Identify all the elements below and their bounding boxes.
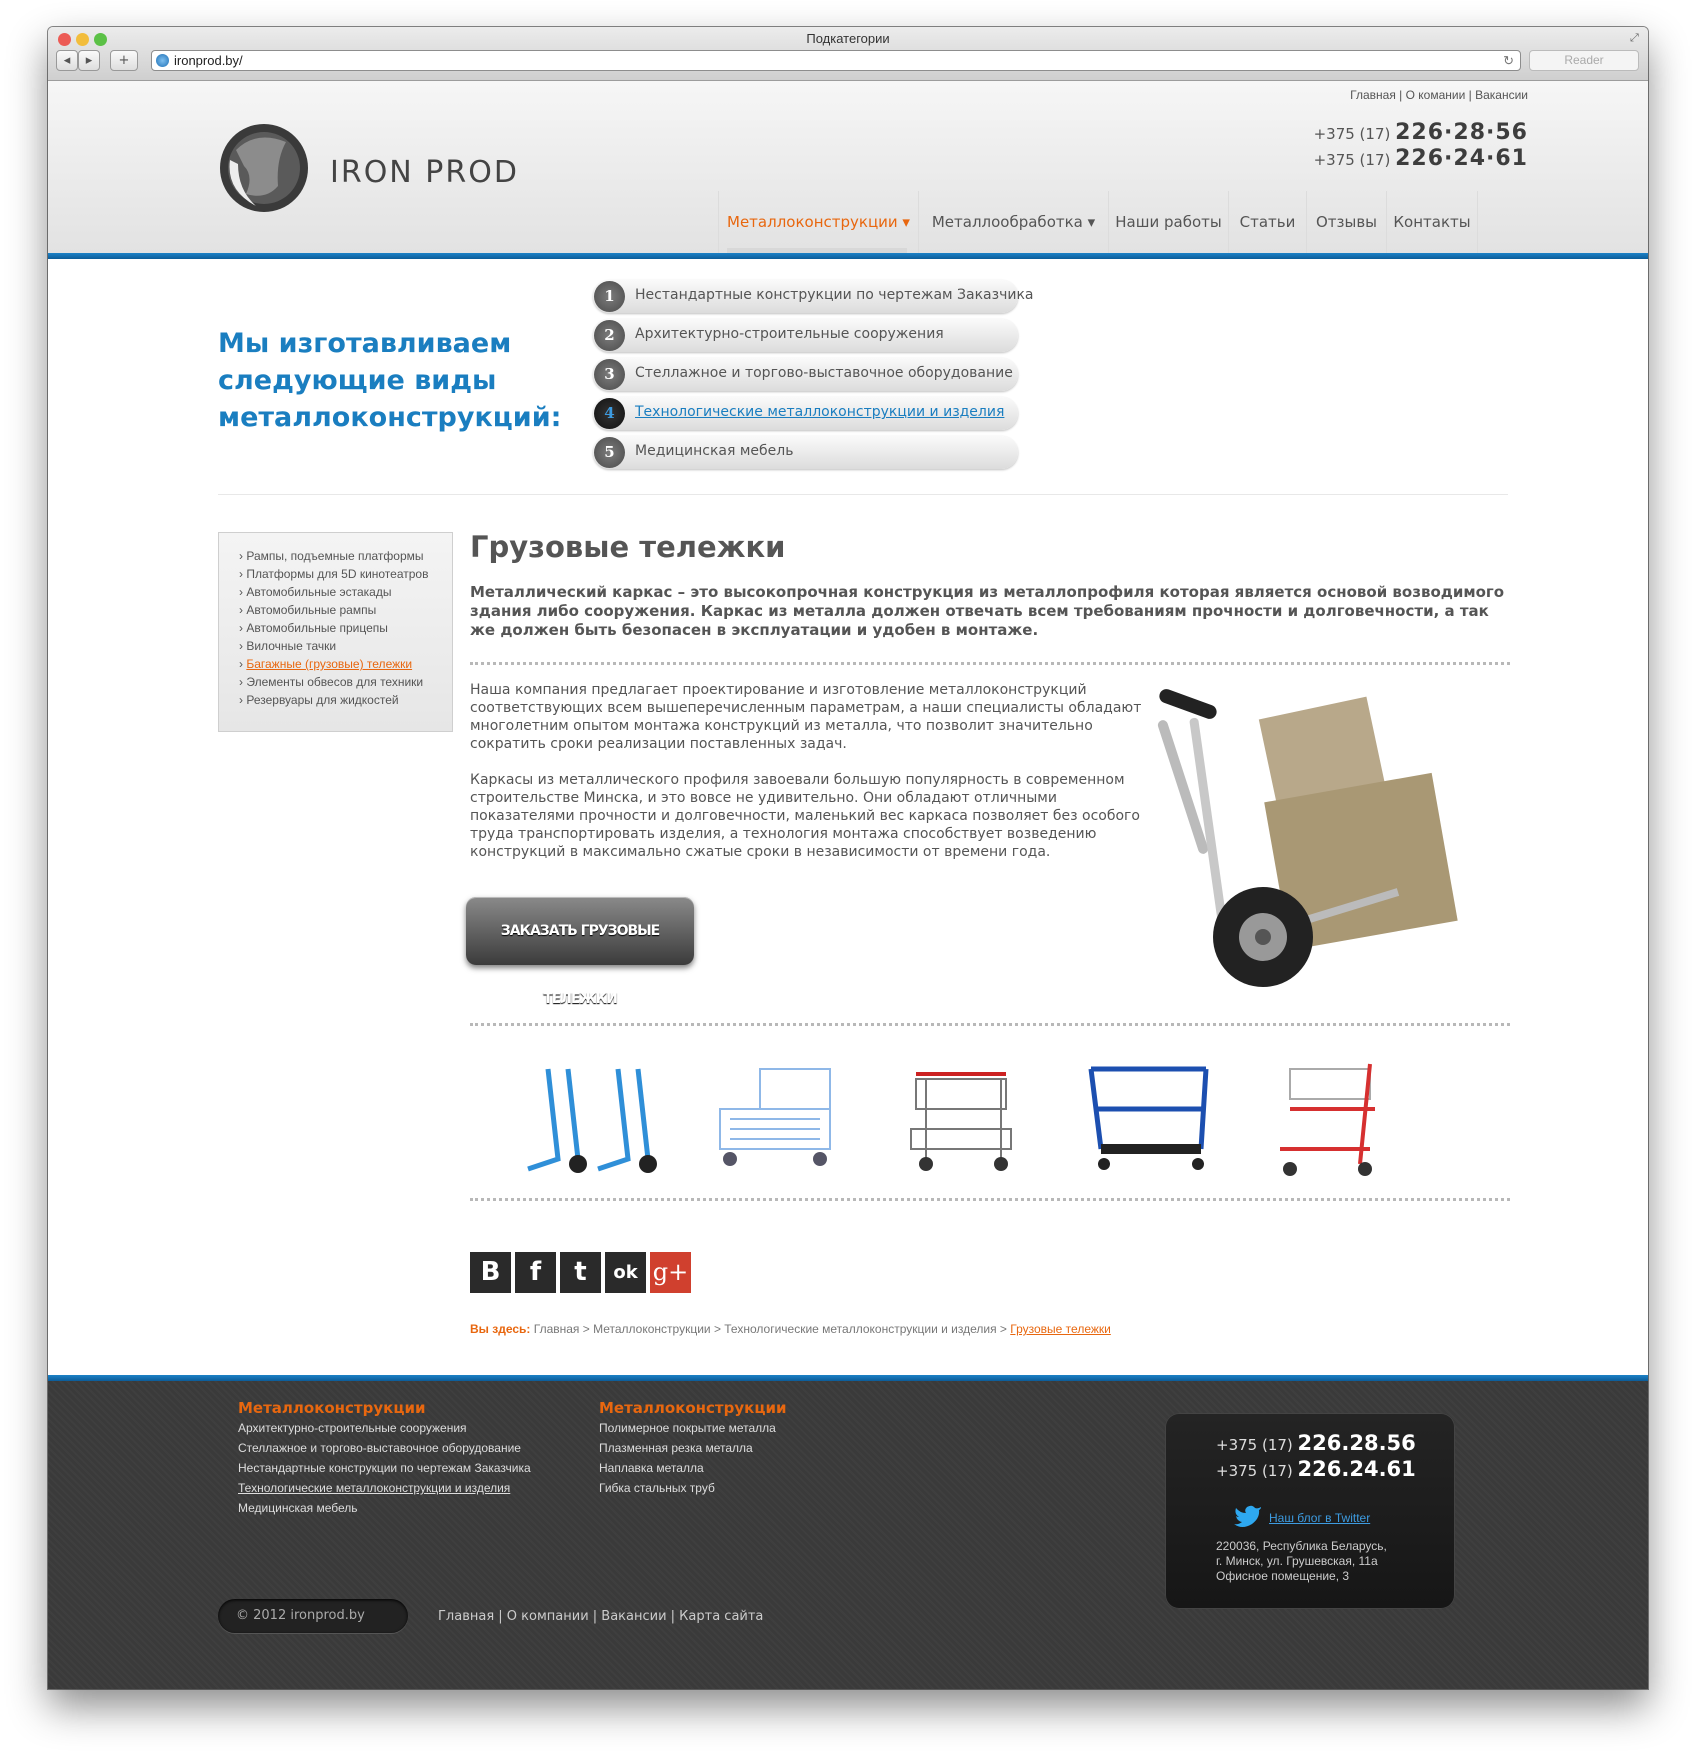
lead-paragraph: Металлический каркас – это высокопрочная… (470, 583, 1505, 639)
facebook-share-button[interactable]: f (515, 1252, 556, 1293)
vk-share-button[interactable]: В (470, 1252, 511, 1293)
fullscreen-icon[interactable]: ⤢ (1630, 31, 1639, 45)
sidebar-item[interactable]: › Автомобильные рампы (239, 603, 452, 621)
dotted-divider (470, 1023, 1510, 1026)
cart-thumbnail-4[interactable] (1076, 1049, 1226, 1189)
footer-link[interactable]: Технологические металлоконструкции и изд… (238, 1481, 510, 1495)
breadcrumb-path[interactable]: Главная > Металлоконструкции > Технологи… (534, 1322, 1011, 1336)
page-title: Грузовые тележки (470, 530, 786, 564)
google-plus-share-button[interactable]: g+ (650, 1252, 691, 1293)
address-line: Офисное помещение, 3 (1216, 1569, 1350, 1583)
hero-item-5[interactable]: 5 Медицинская мебель (593, 436, 1018, 469)
twitter-link[interactable]: Наш блог в Twitter (1269, 1511, 1370, 1525)
browser-toolbar: Подкатегории ◂ ▸ + ironprod.by/ ↻ Reader… (48, 27, 1648, 81)
reload-icon[interactable]: ↻ (1503, 51, 1514, 70)
footer-phone-1: +375 (17) 226.28.56 (1216, 1431, 1416, 1455)
cart-thumbnail-1[interactable] (518, 1049, 668, 1189)
body-paragraph-2: Каркасы из металлического профиля завоев… (470, 772, 1140, 860)
browser-window: Подкатегории ◂ ▸ + ironprod.by/ ↻ Reader… (48, 27, 1648, 1689)
hero-item-1[interactable]: 1 Нестандартные конструкции по чертежам З… (593, 280, 1033, 313)
address-bar[interactable]: ironprod.by/ ↻ (151, 50, 1521, 71)
sidebar-item[interactable]: › Рампы, подъемные платформы (239, 549, 452, 567)
logo-icon[interactable] (216, 120, 312, 216)
hero-item-2[interactable]: 2 Архитектурно-строительные сооружения (593, 319, 1018, 352)
dotted-divider (470, 662, 1510, 665)
globe-icon (156, 54, 169, 67)
footer-nav-links[interactable]: Главная | О компании | Вакансии | Карта … (438, 1609, 763, 1624)
back-button[interactable]: ◂ (56, 50, 78, 71)
hero-item-3[interactable]: 3 Стеллажное и торгово-выставочное оборуд… (593, 358, 1018, 391)
nav-reviews[interactable]: Отзывы (1306, 191, 1386, 253)
breadcrumb-current[interactable]: Грузовые тележки (1010, 1322, 1111, 1336)
nav-metal-structures[interactable]: Металлоконструкции ▾ (718, 191, 918, 253)
address-line: г. Минск, ул. Грушевская, 11а (1216, 1554, 1378, 1568)
order-button[interactable]: ЗАКАЗАТЬ ГРУЗОВЫЕ ТЕЛЕЖКИ (466, 897, 694, 1007)
sidebar-item-active[interactable]: › Багажные (грузовые) тележки (239, 657, 452, 675)
copyright: © 2012 ironprod.by (218, 1599, 408, 1633)
hero-title: Мы изготавливаем следующие виды металлок… (218, 328, 562, 433)
body-paragraph-1: Наша компания предлагает проектирование … (470, 682, 1142, 752)
footer-link[interactable]: Полимерное покрытие металла (599, 1421, 776, 1435)
nav-contacts[interactable]: Контакты (1386, 191, 1478, 253)
top-links[interactable]: Главная | О комании | Вакансии (1268, 88, 1528, 102)
window-title: Подкатегории (806, 31, 890, 46)
footer-col2-title[interactable]: Металлоконструкции (599, 1399, 786, 1417)
footer-link[interactable]: Гибка стальных труб (599, 1481, 715, 1495)
header-phone-2: +375 (17) 226·24·61 (1313, 146, 1528, 171)
hero-item-4[interactable]: 4 Технологические металлоконструкции и из… (593, 397, 1018, 430)
breadcrumb: Вы здесь: Главная > Металлоконструкции >… (470, 1322, 1111, 1336)
nav-our-works[interactable]: Наши работы (1108, 191, 1228, 253)
footer-link[interactable]: Медицинская мебель (238, 1501, 358, 1515)
footer-link[interactable]: Стеллажное и торгово-выставочное оборудо… (238, 1441, 521, 1455)
reader-button[interactable]: Reader (1529, 50, 1639, 71)
sidebar-item[interactable]: › Вилочные тачки (239, 639, 452, 657)
sidebar-item[interactable]: › Резервуары для жидкостей (239, 693, 452, 711)
footer-link[interactable]: Нестандартные конструкции по чертежам За… (238, 1461, 531, 1475)
twitter-bird-icon[interactable] (1233, 1503, 1263, 1529)
nav-articles[interactable]: Статьи (1228, 191, 1306, 253)
footer-phone-2: +375 (17) 226.24.61 (1216, 1457, 1416, 1481)
sidebar-item[interactable]: › Автомобильные прицепы (239, 621, 452, 639)
dotted-divider (470, 1198, 1510, 1201)
header-phone-1: +375 (17) 226·28·56 (1313, 120, 1528, 145)
sidebar-menu: › Рампы, подъемные платформы › Платформы… (218, 532, 453, 732)
sidebar-item[interactable]: › Элементы обвесов для техники (239, 675, 452, 693)
odnoklassniki-share-button[interactable]: ok (605, 1252, 646, 1293)
url-text: ironprod.by/ (174, 53, 243, 68)
footer-link[interactable]: Наплавка металла (599, 1461, 704, 1475)
cart-thumbnail-2[interactable] (700, 1049, 850, 1189)
address-line: 220036, Республика Беларусь, (1216, 1539, 1387, 1553)
hand-truck-image (1157, 689, 1458, 987)
hero-divider (218, 494, 1508, 495)
new-tab-button[interactable]: + (110, 50, 138, 71)
nav-metalworking[interactable]: Металлообработка ▾ (918, 191, 1108, 253)
footer-link[interactable]: Архитектурно-строительные сооружения (238, 1421, 467, 1435)
header-blue-bar (48, 253, 1648, 259)
cart-thumbnail-5[interactable] (1260, 1049, 1410, 1189)
sidebar-item[interactable]: › Платформы для 5D кинотеатров (239, 567, 452, 585)
breadcrumb-label: Вы здесь: (470, 1322, 531, 1336)
footer-col1-title[interactable]: Металлоконструкции (238, 1399, 425, 1417)
footer-contact-box: +375 (17) 226.28.56 +375 (17) 226.24.61 … (1165, 1413, 1455, 1609)
cart-thumbnail-3[interactable] (886, 1049, 1036, 1189)
forward-button[interactable]: ▸ (78, 50, 100, 71)
twitter-share-button[interactable]: t (560, 1252, 601, 1293)
footer-link[interactable]: Плазменная резка металла (599, 1441, 753, 1455)
sidebar-item[interactable]: › Автомобильные эстакады (239, 585, 452, 603)
logo-text[interactable]: IRON PROD (330, 155, 519, 190)
